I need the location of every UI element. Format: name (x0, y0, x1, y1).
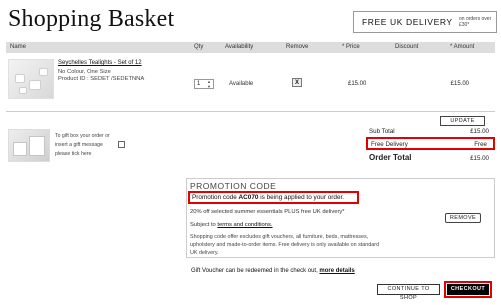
item-amount: £15.00 (450, 81, 469, 87)
product-thumbnail[interactable] (8, 59, 54, 99)
subtotal-value: £15.00 (470, 128, 489, 135)
promo-subject-line: Subject to terms and conditions. (190, 222, 273, 228)
gift-checkbox[interactable] (118, 141, 125, 148)
order-total-value: £15.00 (470, 155, 489, 162)
terms-link[interactable]: terms and conditions. (217, 222, 272, 228)
promo-applied-prefix: Promotion code (192, 194, 239, 201)
promo-offer-text: 20% off selected summer essentials PLUS … (190, 209, 345, 215)
continue-shopping-button[interactable]: CONTINUE TO SHOP (377, 284, 440, 301)
quantity-value: 1 (197, 81, 201, 87)
promotion-heading: PROMOTION CODE (190, 181, 277, 191)
delivery-row: Free Delivery Free (366, 137, 495, 150)
order-total-label: Order Total (369, 153, 412, 162)
delivery-label: Free Delivery (371, 140, 408, 148)
free-delivery-banner: FREE UK DELIVERY on orders over £30* (353, 11, 497, 33)
delivery-value: Free (474, 140, 487, 148)
promo-code: AC070 (238, 194, 259, 201)
promo-exclusions: Shopping code offer excludes gift vouche… (190, 234, 380, 256)
divider (6, 111, 495, 112)
more-details-link[interactable]: more details (319, 268, 354, 274)
col-amount: * Amount (450, 44, 475, 50)
subtotal-label: Sub Total (369, 128, 395, 135)
order-totals: Sub Total £15.00 Free Delivery Free Orde… (366, 128, 495, 165)
chevron-down-icon: ▲ ▼ (207, 79, 211, 89)
subject-prefix: Subject to (190, 222, 218, 228)
item-price: £15.00 (348, 81, 367, 87)
col-price: * Price (342, 44, 360, 50)
col-name: Name (10, 44, 27, 50)
remove-promo-button[interactable]: REMOVE (445, 213, 481, 223)
checkout-highlight: CHECKOUT (444, 281, 492, 298)
product-variant: No Colour, One Size (58, 69, 111, 75)
gift-voucher-note: Gift Voucher can be redeemed in the chec… (191, 268, 355, 274)
checkout-button[interactable]: CHECKOUT (447, 284, 489, 295)
promotion-panel: PROMOTION CODE Promotion code AC070 is b… (186, 178, 495, 258)
availability-status: Available (229, 81, 254, 87)
order-total-row: Order Total £15.00 (366, 153, 495, 165)
quantity-select[interactable]: 1 ▲ ▼ (194, 79, 214, 89)
subtotal-row: Sub Total £15.00 (366, 128, 495, 137)
promo-applied-suffix: is being applied to your order. (258, 194, 345, 201)
promo-applied-message: Promotion code AC070 is being applied to… (188, 191, 359, 204)
col-remove: Remove (286, 44, 309, 50)
page-title: Shopping Basket (8, 6, 175, 32)
col-discount: Discount (395, 44, 419, 50)
gift-box-image (8, 129, 50, 162)
update-button[interactable]: UPDATE (440, 116, 485, 126)
gift-message-text: To gift box your order or insert a gift … (55, 133, 110, 157)
col-availability: Availability (225, 44, 254, 50)
basket-table-header: Name Qty Availability Remove * Price Dis… (6, 42, 495, 53)
basket-row: Seychelles Tealights - Set of 12 No Colo… (6, 58, 495, 108)
product-name-link[interactable]: Seychelles Tealights - Set of 12 (58, 60, 142, 66)
col-qty: Qty (194, 44, 204, 50)
remove-item-button[interactable]: X (292, 78, 302, 87)
delivery-badge-text: FREE UK DELIVERY (362, 17, 453, 27)
delivery-note: on orders over £30* (459, 16, 492, 28)
voucher-text: Gift Voucher can be redeemed in the chec… (191, 268, 320, 274)
product-id: Product ID : SEDET /SEDETNNA (58, 76, 145, 82)
